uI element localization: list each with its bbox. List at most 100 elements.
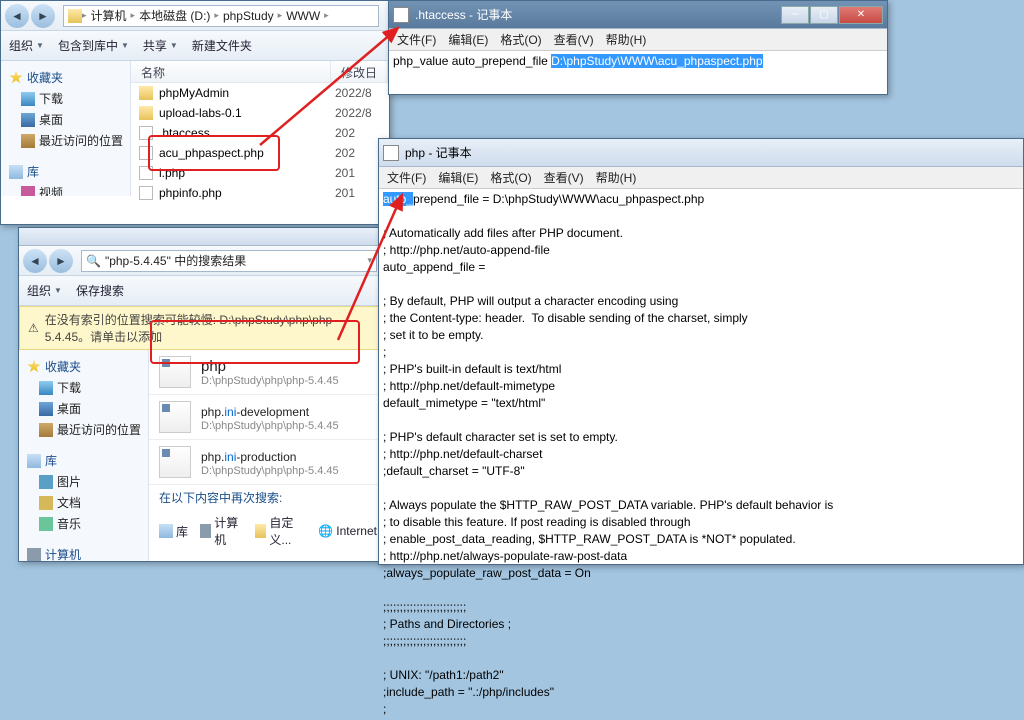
menu-file[interactable]: 文件(F) [397, 31, 436, 48]
folder-icon [68, 9, 82, 23]
toolbar: 组织▼ 包含到库中▼ 共享▼ 新建文件夹 [1, 31, 389, 61]
sidebar-music[interactable]: 音乐 [19, 513, 148, 534]
sidebar-documents[interactable]: 文档 [19, 492, 148, 513]
sidebar: 收藏夹 下载 桌面 最近访问的位置 库 视频 [1, 61, 131, 196]
notepad-icon [393, 7, 409, 23]
file-name: .htaccess [159, 126, 210, 140]
menu-edit[interactable]: 编辑(E) [438, 169, 478, 186]
toolbar: 组织▼ 保存搜索 [19, 276, 387, 306]
file-date: 202 [335, 146, 355, 160]
explorer-www-window: ◄ ► ▸计算机 ▸本地磁盘 (D:) ▸phpStudy ▸WWW ▸ 组织▼… [0, 0, 390, 225]
file-name: upload-labs-0.1 [159, 106, 242, 120]
file-name: l.php [159, 166, 185, 180]
menu-file[interactable]: 文件(F) [387, 169, 426, 186]
file-row[interactable]: acu_phpaspect.php202 [131, 143, 389, 163]
result-php[interactable]: php D:\phpStudy\php\php-5.4.45 [149, 350, 387, 395]
ini-icon [159, 401, 191, 433]
min-button[interactable]: ─ [781, 6, 809, 24]
file-date: 2022/8 [335, 106, 372, 120]
file-row[interactable]: l.php201 [131, 163, 389, 183]
file-name: phpMyAdmin [159, 86, 229, 100]
file-list: 名称 修改日 phpMyAdmin 2022/8 upload-labs-0.1 20… [131, 61, 389, 196]
nav-bar: ◄ ► ▸计算机 ▸本地磁盘 (D:) ▸phpStudy ▸WWW ▸ [1, 1, 389, 31]
text-area[interactable]: php_value auto_prepend_file D:\phpStudy\… [389, 51, 887, 72]
file-icon [139, 186, 153, 200]
menu-bar: 文件(F) 编辑(E) 格式(O) 查看(V) 帮助(H) [379, 167, 1023, 189]
folder-icon [139, 86, 153, 100]
sidebar-desktop[interactable]: 桌面 [19, 398, 148, 419]
back-button[interactable]: ◄ [23, 249, 47, 273]
sidebar-pictures[interactable]: 图片 [19, 471, 148, 492]
address-bar[interactable]: 🔍 "php-5.4.45" 中的搜索结果 ▾ [81, 250, 377, 272]
ini-icon [159, 446, 191, 478]
file-row[interactable]: .htaccess 202 [131, 123, 389, 143]
sidebar-computer[interactable]: 计算机 [19, 544, 148, 561]
titlebar[interactable]: .htaccess - 记事本 ─ ▢ ✕ [389, 1, 887, 29]
title-text: .htaccess - 记事本 [415, 6, 512, 23]
titlebar[interactable]: php - 记事本 [379, 139, 1023, 167]
sidebar-video[interactable]: 视频 [1, 182, 130, 196]
title-text: php - 记事本 [405, 144, 472, 161]
menu-format[interactable]: 格式(O) [490, 169, 531, 186]
menu-view[interactable]: 查看(V) [554, 31, 594, 48]
menu-help[interactable]: 帮助(H) [606, 31, 647, 48]
sidebar-downloads[interactable]: 下载 [19, 377, 148, 398]
file-icon [139, 166, 153, 180]
sidebar-recent[interactable]: 最近访问的位置 [1, 130, 130, 151]
file-icon [139, 146, 153, 160]
file-row[interactable]: phpinfo.php 201 [131, 183, 389, 203]
again-custom[interactable]: 自定义... [255, 514, 306, 548]
file-name: phpinfo.php [159, 186, 222, 200]
index-warning[interactable]: ⚠在没有索引的位置搜索可能较慢: D:\phpStudy\php\php-5.4… [19, 306, 387, 350]
notepad-phpini-window: php - 记事本 文件(F) 编辑(E) 格式(O) 查看(V) 帮助(H) … [378, 138, 1024, 565]
file-date: 201 [335, 186, 355, 200]
menu-format[interactable]: 格式(O) [500, 31, 541, 48]
newfolder-button[interactable]: 新建文件夹 [192, 37, 252, 54]
explorer-search-window: ◄ ► 🔍 "php-5.4.45" 中的搜索结果 ▾ 组织▼ 保存搜索 ⚠在没… [18, 227, 388, 562]
organize-button[interactable]: 组织▼ [9, 37, 44, 54]
sidebar-libraries[interactable]: 库 [1, 161, 130, 182]
file-date: 202 [335, 126, 355, 140]
menu-edit[interactable]: 编辑(E) [448, 31, 488, 48]
col-date[interactable]: 修改日 [331, 61, 388, 82]
sidebar: 收藏夹 下载 桌面 最近访问的位置 库 图片 文档 音乐 计算机 [19, 350, 149, 561]
max-button[interactable]: ▢ [810, 6, 838, 24]
nav-bar: ◄ ► 🔍 "php-5.4.45" 中的搜索结果 ▾ [19, 246, 387, 276]
result-php-ini-dev[interactable]: php.ini-development D:\phpStudy\php\php-… [149, 395, 387, 440]
search-again-label: 在以下内容中再次搜索: [149, 485, 387, 510]
titlebar [19, 228, 387, 246]
text-area[interactable]: auto_prepend_file = D:\phpStudy\WWW\acu_… [379, 189, 1023, 720]
sidebar-desktop[interactable]: 桌面 [1, 109, 130, 130]
sidebar-recent[interactable]: 最近访问的位置 [19, 419, 148, 440]
folder-icon [139, 106, 153, 120]
again-lib[interactable]: 库 [159, 514, 188, 548]
sidebar-libraries[interactable]: 库 [19, 450, 148, 471]
file-icon [139, 126, 153, 140]
search-results: php D:\phpStudy\php\php-5.4.45 php.ini-d… [149, 350, 387, 561]
menu-help[interactable]: 帮助(H) [596, 169, 637, 186]
file-row[interactable]: upload-labs-0.1 2022/8 [131, 103, 389, 123]
back-button[interactable]: ◄ [5, 4, 29, 28]
file-row[interactable]: phpMyAdmin 2022/8 [131, 83, 389, 103]
notepad-icon [383, 145, 399, 161]
save-search-button[interactable]: 保存搜索 [76, 282, 124, 299]
sidebar-downloads[interactable]: 下载 [1, 88, 130, 109]
sidebar-favorites[interactable]: 收藏夹 [19, 356, 148, 377]
col-name[interactable]: 名称 [131, 61, 331, 82]
share-button[interactable]: 共享▼ [143, 37, 178, 54]
fwd-button[interactable]: ► [31, 4, 55, 28]
organize-button[interactable]: 组织▼ [27, 282, 62, 299]
ini-icon [159, 356, 191, 388]
again-internet[interactable]: 🌐Internet [318, 514, 377, 548]
address-bar[interactable]: ▸计算机 ▸本地磁盘 (D:) ▸phpStudy ▸WWW ▸ [63, 5, 379, 27]
close-button[interactable]: ✕ [839, 6, 883, 24]
fwd-button[interactable]: ► [49, 249, 73, 273]
menu-view[interactable]: 查看(V) [544, 169, 584, 186]
notepad-htaccess-window: .htaccess - 记事本 ─ ▢ ✕ 文件(F) 编辑(E) 格式(O) … [388, 0, 888, 95]
again-pc[interactable]: 计算机 [200, 514, 243, 548]
include-button[interactable]: 包含到库中▼ [58, 37, 129, 54]
result-php-ini-prod[interactable]: php.ini-production D:\phpStudy\php\php-5… [149, 440, 387, 485]
file-date: 2022/8 [335, 86, 372, 100]
menu-bar: 文件(F) 编辑(E) 格式(O) 查看(V) 帮助(H) [389, 29, 887, 51]
sidebar-favorites[interactable]: 收藏夹 [1, 67, 130, 88]
